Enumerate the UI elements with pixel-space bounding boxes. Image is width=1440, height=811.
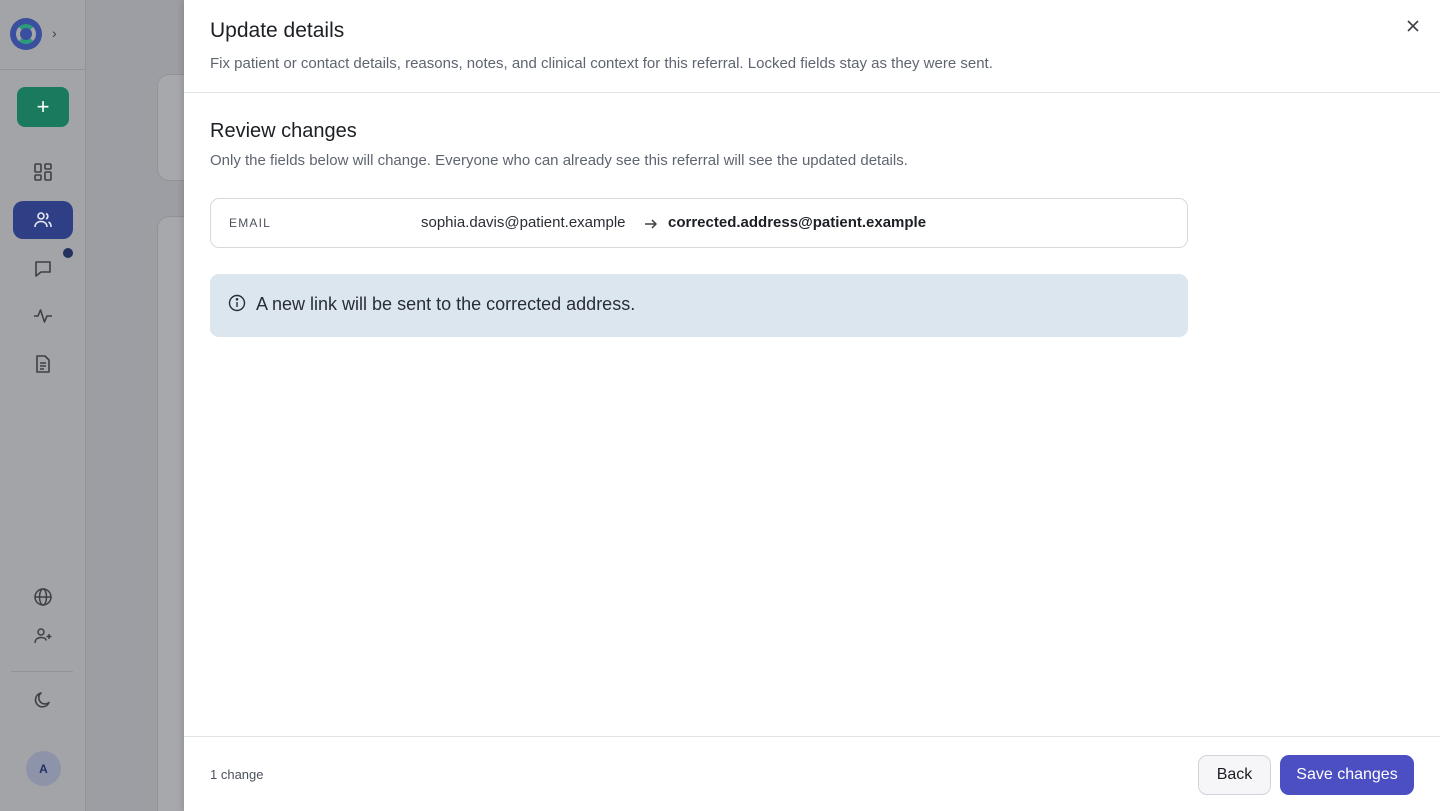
- change-count: 1 change: [210, 767, 264, 782]
- moon-icon[interactable]: [28, 685, 58, 715]
- unread-badge: [63, 248, 73, 258]
- new-referral-button[interactable]: +: [17, 87, 69, 127]
- arrow-right-icon: [645, 219, 657, 229]
- chat-icon[interactable]: [28, 254, 58, 284]
- sidebar-divider-bottom: [11, 671, 73, 672]
- info-icon: [228, 294, 246, 312]
- info-notice: A new link will be sent to the corrected…: [210, 274, 1188, 337]
- save-changes-button[interactable]: Save changes: [1280, 755, 1414, 795]
- close-icon: [1407, 20, 1419, 32]
- activity-icon[interactable]: [28, 301, 58, 331]
- review-changes-title: Review changes: [210, 120, 357, 142]
- drawer-title: Update details: [210, 19, 345, 42]
- add-user-icon[interactable]: [28, 621, 58, 651]
- drawer-footer: 1 change Back Save changes: [184, 736, 1440, 811]
- change-field-label: EMAIL: [229, 216, 272, 230]
- globe-icon[interactable]: [28, 582, 58, 612]
- expand-sidebar-icon[interactable]: ›: [52, 25, 57, 41]
- document-icon[interactable]: [28, 349, 58, 379]
- change-row: EMAIL sophia.davis@patient.example corre…: [210, 198, 1188, 248]
- update-details-drawer: Update details Fix patient or contact de…: [184, 0, 1440, 811]
- back-button[interactable]: Back: [1198, 755, 1271, 795]
- sidebar: › + A: [0, 0, 86, 811]
- close-button[interactable]: [1402, 15, 1424, 37]
- people-icon[interactable]: [13, 201, 73, 239]
- dashboard-icon[interactable]: [28, 157, 58, 187]
- review-changes-description: Only the fields below will change. Every…: [210, 152, 908, 169]
- avatar[interactable]: A: [26, 751, 61, 786]
- drawer-subtitle: Fix patient or contact details, reasons,…: [210, 55, 993, 72]
- change-new-value: corrected.address@patient.example: [668, 214, 927, 231]
- change-old-value: sophia.davis@patient.example: [421, 214, 626, 231]
- info-text: A new link will be sent to the corrected…: [256, 294, 636, 314]
- drawer-header: Update details Fix patient or contact de…: [184, 0, 1440, 93]
- sidebar-divider: [0, 69, 86, 70]
- app-logo[interactable]: [10, 18, 42, 50]
